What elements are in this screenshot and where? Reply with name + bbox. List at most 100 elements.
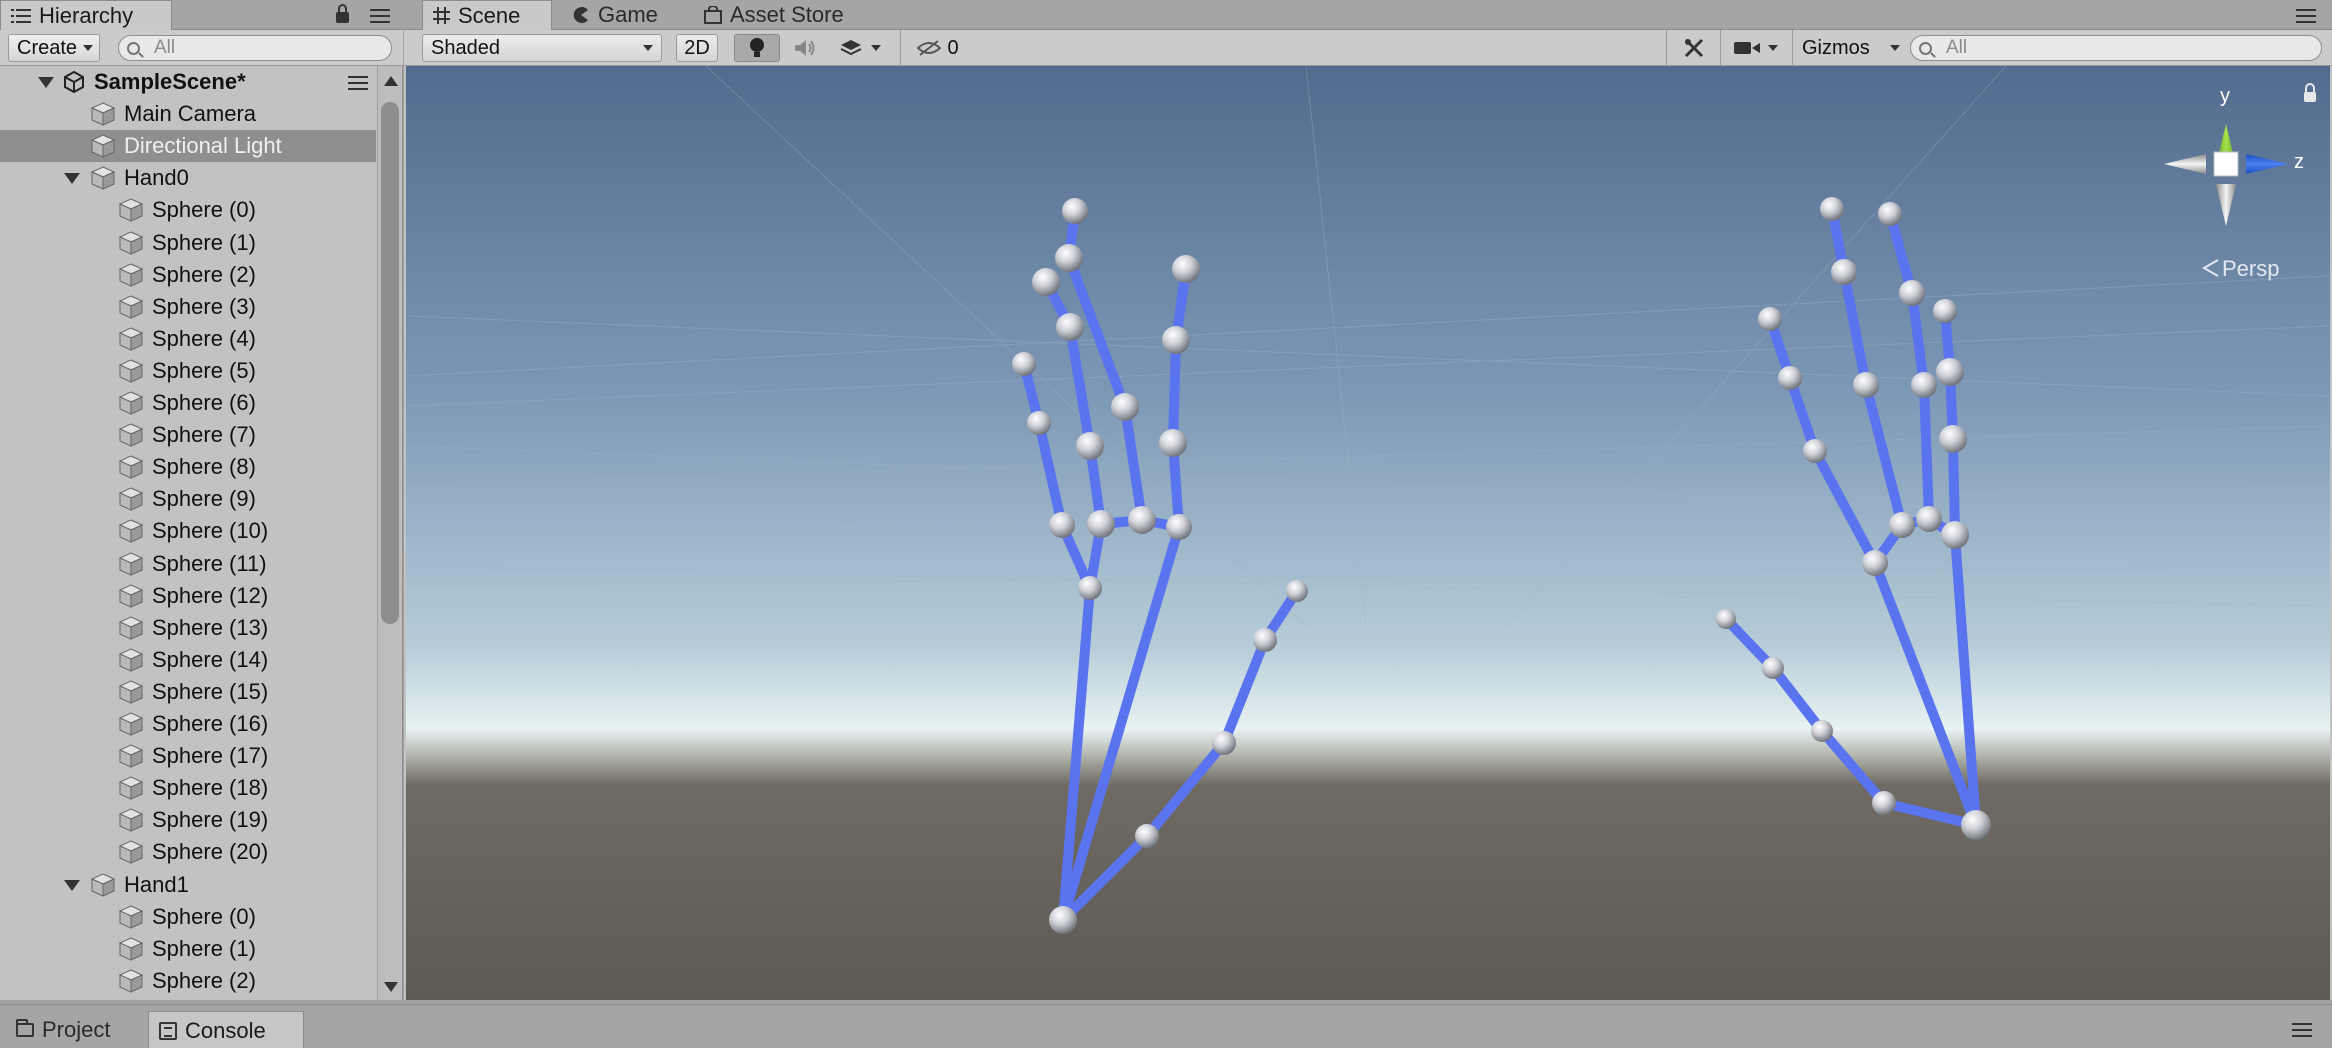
scene-menu-icon[interactable] xyxy=(348,76,368,90)
hand0-sphere-17[interactable] xyxy=(1166,514,1192,540)
hand0-sphere-0[interactable] xyxy=(1049,906,1077,934)
tab-asset-store[interactable]: Asset Store xyxy=(694,0,864,30)
hand0-sphere-9[interactable] xyxy=(1087,510,1115,538)
hand0-sphere-8[interactable] xyxy=(1012,352,1036,376)
hand0-sphere-2[interactable] xyxy=(1212,731,1236,755)
hierarchy-item[interactable]: Sphere (14) xyxy=(0,644,376,676)
hierarchy-item[interactable]: Sphere (20) xyxy=(0,836,376,868)
hand1-sphere-7[interactable] xyxy=(1778,366,1802,390)
hierarchy-item[interactable]: Sphere (15) xyxy=(0,676,376,708)
hand1-sphere-10[interactable] xyxy=(1853,372,1879,398)
hand0-sphere-19[interactable] xyxy=(1162,326,1190,354)
hierarchy-item[interactable]: Sphere (19) xyxy=(0,804,376,836)
hierarchy-item[interactable]: Sphere (11) xyxy=(0,548,376,580)
scroll-up-icon[interactable] xyxy=(384,76,398,86)
hierarchy-item[interactable]: Sphere (18) xyxy=(0,772,376,804)
hand1-sphere-9[interactable] xyxy=(1889,512,1915,538)
tab-game[interactable]: Game xyxy=(562,0,682,30)
hierarchy-item-hand0[interactable]: Hand0 xyxy=(0,162,376,194)
tab-hierarchy[interactable]: Hierarchy xyxy=(0,0,172,30)
hand1-sphere-5[interactable] xyxy=(1862,550,1888,576)
hand1-sphere-2[interactable] xyxy=(1811,720,1833,742)
panel-menu-icon[interactable] xyxy=(2292,1023,2312,1037)
hierarchy-item[interactable]: Sphere (1) xyxy=(0,227,376,259)
hand0-sphere-3[interactable] xyxy=(1253,628,1277,652)
hand0-sphere-5[interactable] xyxy=(1078,576,1102,600)
hierarchy-item[interactable]: Sphere (16) xyxy=(0,708,376,740)
hand0-sphere-18[interactable] xyxy=(1159,429,1187,457)
scrollbar-thumb[interactable] xyxy=(381,102,399,624)
hand1-sphere-14[interactable] xyxy=(1911,372,1937,398)
scene-view-canvas[interactable]: y z Persp xyxy=(406,66,2330,1000)
hand0-sphere-11[interactable] xyxy=(1056,313,1084,341)
hierarchy-item[interactable]: Main Camera xyxy=(0,98,376,130)
fold-arrow-icon[interactable] xyxy=(38,77,54,88)
hierarchy-scrollbar[interactable] xyxy=(377,66,401,1000)
hand1-sphere-13[interactable] xyxy=(1916,506,1942,532)
hierarchy-item[interactable]: Sphere (5) xyxy=(0,355,376,387)
projection-label[interactable]: Persp xyxy=(2222,256,2279,281)
hand0-sphere-16[interactable] xyxy=(1062,198,1088,224)
hand1-sphere-8[interactable] xyxy=(1758,307,1782,331)
tab-scene[interactable]: Scene xyxy=(422,0,552,30)
scene-search-input[interactable]: All xyxy=(1910,35,2322,61)
tools-toggle[interactable] xyxy=(1674,34,1714,62)
hierarchy-item[interactable]: Sphere (0) xyxy=(0,901,376,933)
hand1-sphere-4[interactable] xyxy=(1716,609,1736,629)
shading-mode-dropdown[interactable]: Shaded xyxy=(422,34,662,62)
hand1-sphere-0[interactable] xyxy=(1961,810,1991,840)
effects-dropdown[interactable] xyxy=(830,34,890,62)
hand1-sphere-19[interactable] xyxy=(1936,358,1964,386)
tab-console[interactable]: Console xyxy=(148,1011,304,1048)
hierarchy-item-hand1[interactable]: Hand1 xyxy=(0,869,376,901)
hierarchy-item[interactable]: Sphere (1) xyxy=(0,933,376,965)
hierarchy-item[interactable]: Sphere (2) xyxy=(0,965,376,997)
hand1-sphere-16[interactable] xyxy=(1878,202,1902,226)
hand0-sphere-20[interactable] xyxy=(1172,255,1200,283)
hand0-sphere-12[interactable] xyxy=(1032,268,1060,296)
hierarchy-item[interactable]: Sphere (17) xyxy=(0,740,376,772)
hierarchy-item[interactable]: Sphere (12) xyxy=(0,580,376,612)
fold-arrow-icon[interactable] xyxy=(64,173,80,185)
mode-2d-toggle[interactable]: 2D xyxy=(676,34,718,62)
create-dropdown[interactable]: Create xyxy=(8,34,100,62)
hierarchy-item[interactable]: Directional Light xyxy=(0,130,376,163)
hierarchy-item[interactable]: Sphere (9) xyxy=(0,483,376,515)
hand1-sphere-3[interactable] xyxy=(1762,657,1784,679)
hierarchy-item[interactable]: Sphere (6) xyxy=(0,387,376,419)
hierarchy-item[interactable]: Sphere (8) xyxy=(0,451,376,483)
hand1-sphere-12[interactable] xyxy=(1820,197,1844,221)
hierarchy-item[interactable]: Sphere (3) xyxy=(0,997,376,1001)
hand1-sphere-1[interactable] xyxy=(1872,791,1896,815)
hand1-sphere-6[interactable] xyxy=(1803,439,1827,463)
hierarchy-item[interactable]: Sphere (4) xyxy=(0,323,376,355)
hierarchy-item[interactable]: Sphere (3) xyxy=(0,291,376,323)
lock-icon[interactable] xyxy=(336,4,349,23)
hand0-sphere-7[interactable] xyxy=(1027,411,1051,435)
hand0-sphere-6[interactable] xyxy=(1049,512,1075,538)
scene-row[interactable]: SampleScene* xyxy=(0,66,376,98)
hand0-sphere-14[interactable] xyxy=(1111,393,1139,421)
hand1-sphere-17[interactable] xyxy=(1941,521,1969,549)
camera-dropdown[interactable] xyxy=(1726,34,1786,62)
hand1-sphere-20[interactable] xyxy=(1933,299,1957,323)
hand0-sphere-15[interactable] xyxy=(1055,244,1083,272)
hand0-sphere-10[interactable] xyxy=(1076,432,1104,460)
hierarchy-item[interactable]: Sphere (10) xyxy=(0,515,376,547)
hidden-objects-toggle[interactable]: 0 xyxy=(908,34,968,62)
scene-viewport[interactable]: y z Persp xyxy=(406,66,2330,1000)
panel-menu-icon[interactable] xyxy=(370,9,390,23)
gizmos-dropdown[interactable]: Gizmos xyxy=(1796,34,1900,62)
scroll-down-icon[interactable] xyxy=(384,982,398,992)
hand1-sphere-15[interactable] xyxy=(1899,280,1925,306)
gizmo-center-cube[interactable] xyxy=(2213,151,2239,177)
hierarchy-item[interactable]: Sphere (0) xyxy=(0,194,376,226)
lighting-toggle[interactable] xyxy=(734,34,780,62)
fold-arrow-icon[interactable] xyxy=(64,879,80,891)
tab-project[interactable]: Project xyxy=(6,1011,142,1048)
hand0-sphere-4[interactable] xyxy=(1286,580,1308,602)
hierarchy-item[interactable]: Sphere (13) xyxy=(0,612,376,644)
hand0-sphere-1[interactable] xyxy=(1135,824,1159,848)
hand0-sphere-13[interactable] xyxy=(1128,506,1156,534)
hand1-sphere-18[interactable] xyxy=(1939,425,1967,453)
